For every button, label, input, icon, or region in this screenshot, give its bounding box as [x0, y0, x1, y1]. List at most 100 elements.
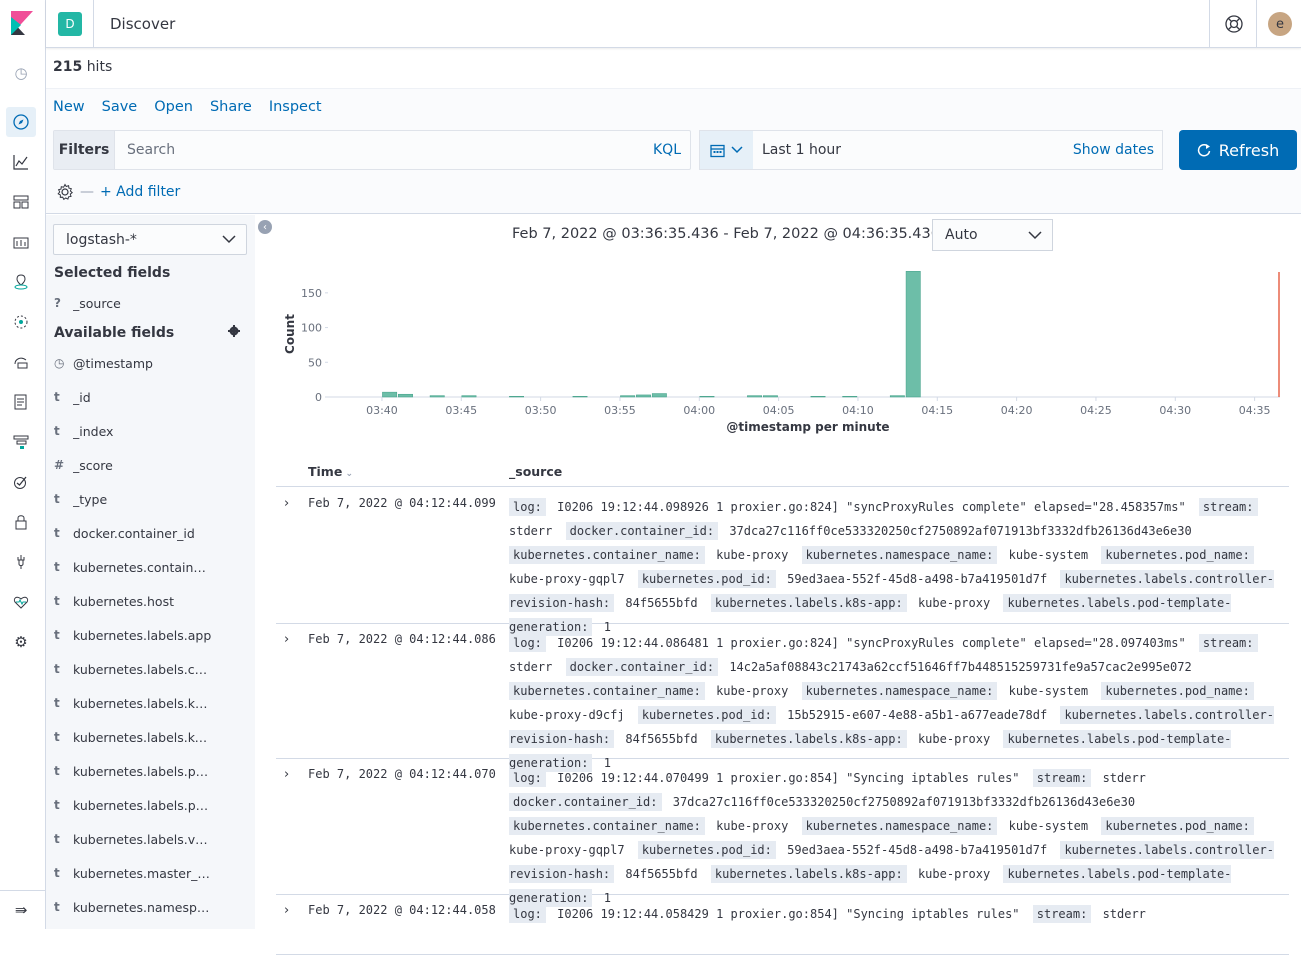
kql-toggle[interactable]: KQL — [644, 131, 690, 169]
row-timestamp: Feb 7, 2022 @ 04:12:44.086 — [308, 632, 496, 646]
space-avatar[interactable]: D — [58, 12, 82, 36]
time-range-label[interactable]: Last 1 hour — [762, 142, 1073, 158]
show-dates-link[interactable]: Show dates — [1073, 142, 1154, 158]
selected-fields-title: Selected fields — [54, 265, 171, 281]
dock-navigation-icon[interactable]: ⇛ — [11, 900, 31, 920]
field-name: docker.container_id — [73, 525, 195, 541]
field-name: _source — [73, 295, 121, 311]
discover-compass-icon[interactable] — [6, 107, 36, 137]
siem-lock-icon[interactable] — [11, 512, 31, 532]
field-item[interactable]: t kubernetes.container_... — [54, 557, 249, 577]
y-tick-label: 150 — [301, 287, 322, 300]
canvas-icon[interactable] — [11, 232, 31, 252]
source-field-value: I0206 19:12:44.070499 1 proxier.go:854] … — [557, 771, 1020, 785]
source-field-value: stderr — [509, 660, 553, 674]
source-field-key: kubernetes.namespace_name: — [801, 682, 998, 700]
histogram-bar — [572, 396, 588, 398]
kibana-logo[interactable] — [11, 11, 33, 35]
x-axis-label: @timestamp per minute — [726, 420, 889, 434]
user-avatar[interactable]: e — [1268, 12, 1292, 36]
field-item[interactable]: t kubernetes.labels.kub... — [54, 727, 249, 747]
header-divider — [1209, 0, 1210, 48]
field-item[interactable]: t _id — [54, 387, 249, 407]
field-item[interactable]: ◷ @timestamp — [54, 353, 249, 373]
filter-row: — + Add filter — [56, 183, 180, 201]
source-field-value: kube-proxy — [716, 548, 789, 562]
field-item[interactable]: t kubernetes.labels.ver... — [54, 829, 249, 849]
filter-separator: — — [80, 184, 94, 200]
field-item[interactable]: t kubernetes.labels.pod... — [54, 795, 249, 815]
refresh-button[interactable]: Refresh — [1179, 130, 1297, 170]
source-column-header: _source — [509, 464, 563, 479]
open-link[interactable]: Open — [154, 99, 193, 115]
field-type-icon: t — [54, 832, 60, 846]
collapse-sidebar-icon[interactable]: ‹ — [258, 220, 272, 234]
field-item[interactable]: t kubernetes.labels.app — [54, 625, 249, 645]
filters-label[interactable]: Filters — [54, 131, 115, 169]
interval-select[interactable]: Auto — [932, 219, 1053, 251]
sort-caret-icon[interactable]: ⌄ — [342, 469, 353, 479]
infrastructure-icon[interactable] — [11, 352, 31, 372]
field-item[interactable]: # _score — [54, 455, 249, 475]
gear-icon[interactable] — [56, 183, 74, 201]
quick-menu-button[interactable] — [700, 131, 753, 169]
recent-clock-icon[interactable]: ◷ — [11, 63, 31, 83]
field-name: kubernetes.container_... — [73, 559, 213, 575]
field-item[interactable]: t kubernetes.labels.pod... — [54, 761, 249, 781]
management-gear-icon[interactable]: ⚙ — [11, 632, 31, 652]
ml-icon[interactable] — [11, 312, 31, 332]
source-field-key: kubernetes.container_name: — [509, 817, 705, 835]
new-link[interactable]: New — [53, 99, 85, 115]
visualize-icon[interactable] — [11, 152, 31, 172]
y-axis-label: Count — [283, 314, 297, 354]
field-name: kubernetes.labels.con... — [73, 661, 213, 677]
field-item[interactable]: t _index — [54, 421, 249, 441]
field-type-icon: t — [54, 764, 60, 778]
field-type-icon: t — [54, 424, 60, 438]
index-pattern-select[interactable]: logstash-* — [53, 224, 247, 255]
apm-icon[interactable] — [11, 432, 31, 452]
inspect-link[interactable]: Inspect — [269, 99, 322, 115]
histogram-bar — [382, 391, 398, 398]
source-field-value: stderr — [509, 524, 553, 538]
field-name: kubernetes.host — [73, 593, 174, 609]
field-item[interactable]: t _type — [54, 489, 249, 509]
dev-tools-icon[interactable] — [11, 552, 31, 572]
y-tick-label: 50 — [308, 356, 322, 369]
expand-row-icon[interactable]: › — [284, 903, 289, 918]
monitoring-heartbeat-icon[interactable] — [11, 592, 31, 612]
add-filter-button[interactable]: + Add filter — [100, 184, 180, 200]
expand-row-icon[interactable]: › — [284, 767, 289, 782]
share-link[interactable]: Share — [210, 99, 252, 115]
field-item[interactable]: t kubernetes.master_url — [54, 863, 249, 883]
source-field-value: 15b52915-e607-4e88-a5b1-a677eade78df — [787, 708, 1048, 722]
field-item[interactable]: t kubernetes.namespac... — [54, 897, 249, 917]
hits-label: hits — [86, 59, 113, 75]
field-item[interactable]: ? _source — [54, 293, 249, 313]
field-item[interactable]: t kubernetes.host — [54, 591, 249, 611]
field-item[interactable]: t docker.container_id — [54, 523, 249, 543]
source-field-key: kubernetes.pod_id: — [637, 570, 776, 588]
field-name: kubernetes.labels.kub... — [73, 729, 213, 745]
help-lifebuoy-icon[interactable] — [1224, 14, 1244, 34]
field-item[interactable]: t kubernetes.labels.k8s... — [54, 693, 249, 713]
field-settings-gear-icon[interactable] — [228, 325, 240, 337]
save-link[interactable]: Save — [102, 99, 138, 115]
histogram-chart: 0 50 100 150 Count 03:40 03:45 03:50 03:55 04:00 0… — [283, 271, 1280, 434]
search-input[interactable] — [115, 131, 644, 169]
x-tick-label: 03:45 — [445, 404, 477, 417]
histogram-bar — [762, 395, 778, 398]
expand-row-icon[interactable]: › — [284, 632, 289, 647]
time-column-header[interactable]: Time ⌄ — [308, 464, 353, 479]
source-field-key: docker.container_id: — [565, 522, 719, 540]
source-field-value: kube-system — [1008, 819, 1089, 833]
field-item[interactable]: t kubernetes.labels.con... — [54, 659, 249, 679]
chart-time-range: Feb 7, 2022 @ 03:36:35.436 - Feb 7, 2022… — [512, 226, 960, 242]
logs-icon[interactable] — [11, 392, 31, 412]
refresh-icon — [1197, 144, 1211, 157]
table-row: › Feb 7, 2022 @ 04:12:44.070 log: I0206 19… — [276, 759, 1289, 907]
uptime-icon[interactable] — [11, 472, 31, 492]
expand-row-icon[interactable]: › — [284, 496, 289, 511]
maps-icon[interactable] — [11, 272, 31, 292]
dashboard-icon[interactable] — [11, 192, 31, 212]
